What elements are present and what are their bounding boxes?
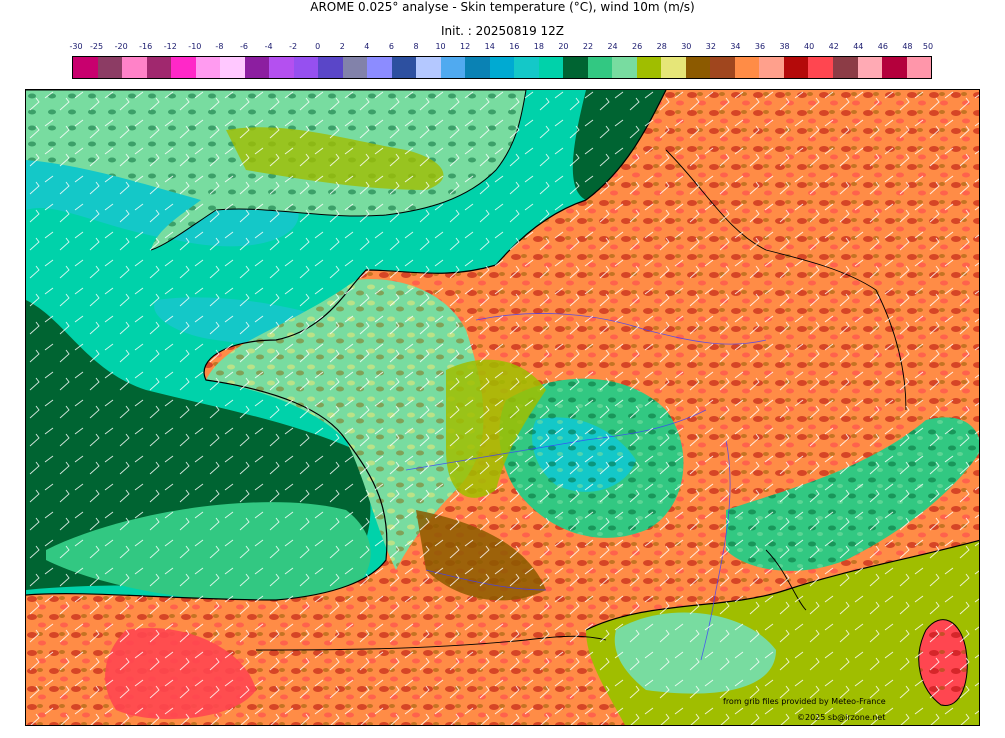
colorbar-swatch xyxy=(220,57,245,78)
colorbar-swatch xyxy=(514,57,539,78)
colorbar-swatch xyxy=(367,57,392,78)
colorbar-swatch xyxy=(122,57,147,78)
colorbar-swatch xyxy=(416,57,441,78)
colorbar-swatch xyxy=(440,57,466,78)
colorbar-tick-label: 28 xyxy=(656,42,667,51)
colorbar-swatch xyxy=(269,57,294,78)
map-title: AROME 0.025° analyse - Skin temperature … xyxy=(310,0,695,14)
colorbar-swatch xyxy=(244,57,270,78)
colorbar-swatch xyxy=(342,57,368,78)
colorbar-tick-label: -25 xyxy=(90,42,104,51)
colorbar-tick-label: 50 xyxy=(922,42,934,51)
colorbar-tick-label: 30 xyxy=(681,42,692,51)
colorbar-swatch xyxy=(734,57,760,78)
colorbar-swatch xyxy=(563,57,588,78)
colorbar-swatch xyxy=(857,57,883,78)
colorbar-swatch xyxy=(538,57,564,78)
colorbar-tick-label: 40 xyxy=(804,42,815,51)
colorbar-tick-label: -4 xyxy=(264,42,273,51)
colorbar-swatch xyxy=(97,57,123,78)
colorbar-tick-label: -6 xyxy=(240,42,248,51)
init-time: Init. : 20250819 12Z xyxy=(440,24,565,38)
colorbar-tick-label: 34 xyxy=(730,42,741,51)
colorbar-tick-label: -30 xyxy=(69,42,83,51)
colorbar-swatch xyxy=(636,57,662,78)
colorbar-tick-label: 20 xyxy=(558,42,569,51)
colorbar-swatch xyxy=(489,57,515,78)
colorbar-swatch xyxy=(195,57,221,78)
colorbar-swatch xyxy=(882,57,907,78)
colorbar-tick-label: -12 xyxy=(163,42,177,51)
colorbar-swatch xyxy=(710,57,735,78)
colorbar-tick-label: 16 xyxy=(509,42,520,51)
colorbar-tick-label: 18 xyxy=(533,42,544,51)
colorbar-swatch xyxy=(783,57,809,78)
colorbar-swatch xyxy=(587,57,613,78)
colorbar-tick-label: -2 xyxy=(289,42,298,51)
copyright-credit: ©2025 sb@irzone.net xyxy=(797,713,886,722)
wind-barbs-overlay xyxy=(26,90,979,725)
colorbar-tick-label: 14 xyxy=(484,42,495,51)
colorbar-tick-label: 26 xyxy=(632,42,643,51)
colorbar-tick-label: 32 xyxy=(705,42,716,51)
colorbar-tick-label: 48 xyxy=(902,42,913,51)
data-source-credit: from grib files provided by Meteo-France xyxy=(723,697,886,706)
map-panel xyxy=(25,89,980,726)
colorbar-swatch xyxy=(612,57,637,78)
colorbar-tick-labels: -30 -25 -20 -16 -12 -10 -8 -6 -4 -2 0 2 4 6 8 10 12 14 16 1… xyxy=(69,42,934,54)
colorbar-swatch xyxy=(318,57,343,78)
colorbar-tick-label: 6 xyxy=(388,42,394,51)
colorbar-swatch xyxy=(146,57,172,78)
colorbar-tick-label: -10 xyxy=(188,42,202,51)
colorbar-swatch xyxy=(808,57,833,78)
colorbar-swatch xyxy=(293,57,319,78)
colorbar-swatch xyxy=(73,57,98,78)
colorbar-swatch xyxy=(391,57,417,78)
colorbar-tick-label: 12 xyxy=(460,42,471,51)
colorbar-swatch xyxy=(465,57,490,78)
colorbar-tick-label: -16 xyxy=(139,42,153,51)
colorbar-swatch xyxy=(661,57,686,78)
colorbar-tick-label: 38 xyxy=(779,42,790,51)
colorbar-tick-label: 8 xyxy=(413,42,419,51)
colorbar-tick-label: 42 xyxy=(828,42,839,51)
colorbar-swatch xyxy=(685,57,711,78)
colorbar-tick-label: 36 xyxy=(754,42,766,51)
colorbar-tick-label: 46 xyxy=(877,42,888,51)
colorbar-swatch xyxy=(171,57,196,78)
colorbar-tick-label: 0 xyxy=(315,42,321,51)
colorbar-tick-label: 24 xyxy=(607,42,618,51)
colorbar-tick-label: 4 xyxy=(364,42,370,51)
colorbar-tick-label: -20 xyxy=(114,42,128,51)
temperature-colorbar xyxy=(72,56,932,79)
colorbar-tick-label: 10 xyxy=(435,42,446,51)
colorbar-tick-label: 22 xyxy=(582,42,594,51)
colorbar-tick-label: 2 xyxy=(339,42,345,51)
colorbar-tick-label: 44 xyxy=(853,42,864,51)
colorbar-swatch xyxy=(906,57,932,78)
temperature-map xyxy=(26,90,979,725)
colorbar-swatch xyxy=(832,57,858,78)
colorbar-tick-label: -8 xyxy=(215,42,224,51)
colorbar-swatch xyxy=(759,57,784,78)
